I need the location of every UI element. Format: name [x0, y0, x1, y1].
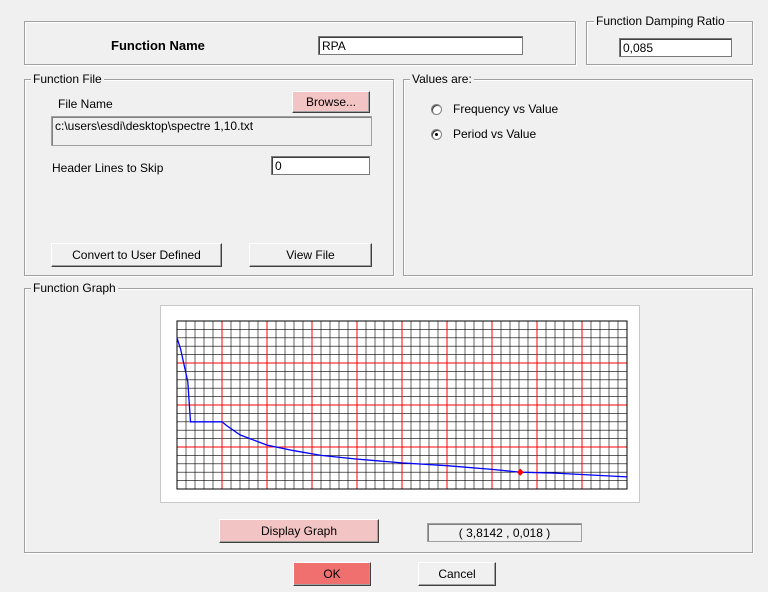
function-file-legend: Function File — [31, 72, 104, 86]
coordinate-readout: ( 3,8142 , 0,018 ) — [427, 523, 582, 542]
function-name-label: Function Name — [111, 38, 205, 53]
file-name-label: File Name — [58, 97, 113, 111]
view-file-button[interactable]: View File — [249, 243, 372, 267]
damping-ratio-input[interactable]: 0,085 — [619, 38, 732, 57]
ok-button[interactable]: OK — [293, 562, 371, 586]
values-are-legend: Values are: — [410, 72, 474, 86]
browse-button[interactable]: Browse... — [292, 91, 370, 113]
radio-selected-dot — [435, 133, 438, 136]
function-graph-plot[interactable] — [161, 306, 641, 504]
function-name-input[interactable]: RPA — [318, 36, 523, 55]
header-lines-label: Header Lines to Skip — [52, 161, 164, 175]
function-graph-legend: Function Graph — [31, 281, 118, 295]
display-graph-button[interactable]: Display Graph — [219, 519, 379, 543]
frequency-vs-value-radio[interactable] — [431, 104, 442, 115]
convert-to-user-defined-button[interactable]: Convert to User Defined — [51, 243, 222, 267]
period-vs-value-radio[interactable] — [431, 129, 442, 140]
cancel-button[interactable]: Cancel — [418, 562, 496, 586]
graph-panel — [160, 305, 640, 503]
header-lines-input[interactable]: 0 — [271, 156, 370, 175]
damping-legend: Function Damping Ratio — [594, 14, 727, 28]
period-vs-value-label[interactable]: Period vs Value — [453, 127, 536, 141]
selected-point-marker — [516, 468, 524, 476]
file-path-field: c:\users\esdi\desktop\spectre 1,10.txt — [51, 116, 372, 146]
frequency-vs-value-label[interactable]: Frequency vs Value — [453, 102, 558, 116]
